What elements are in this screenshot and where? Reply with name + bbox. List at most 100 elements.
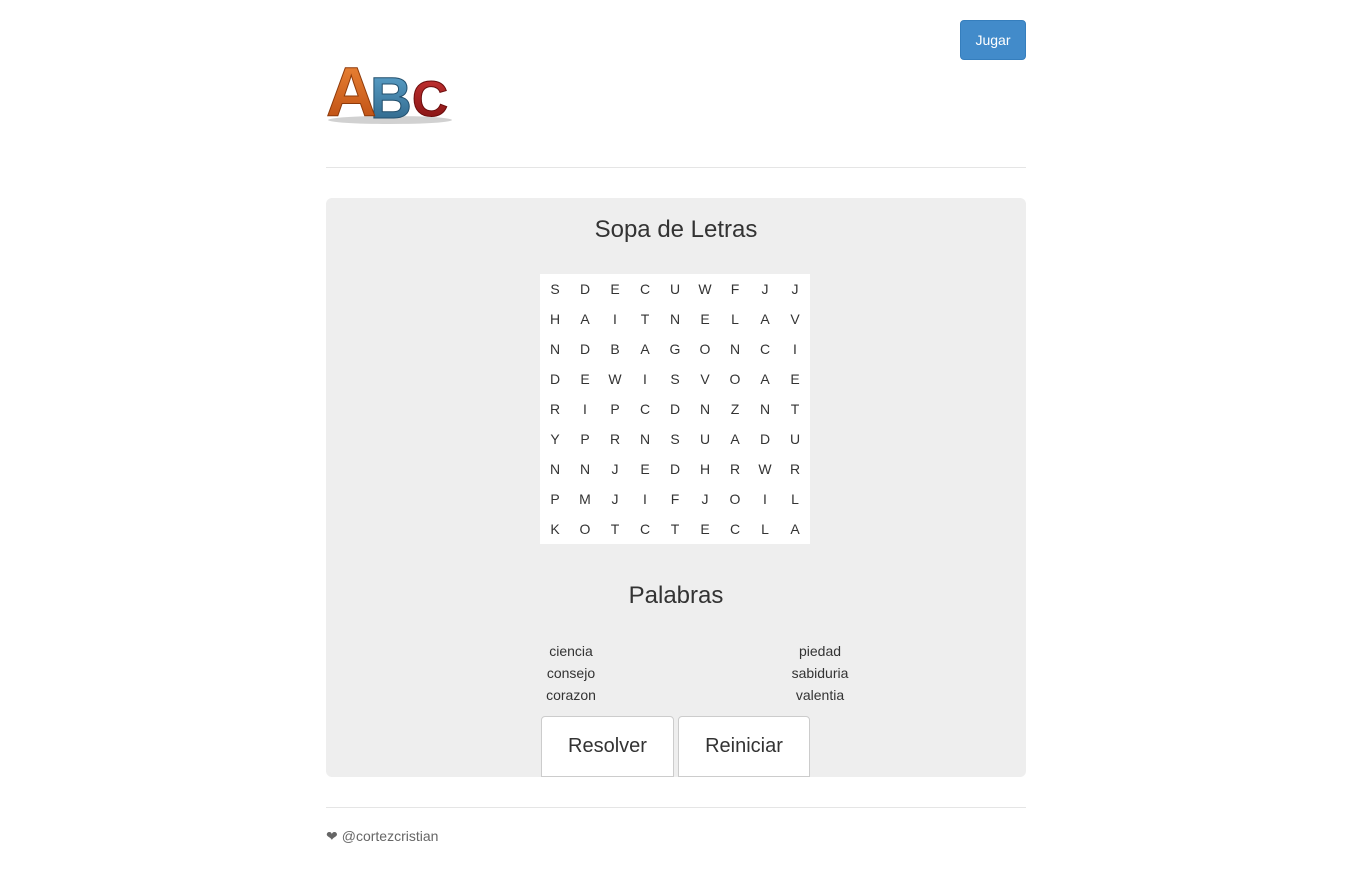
grid-cell[interactable]: C	[630, 394, 660, 424]
grid-cell[interactable]: S	[660, 424, 690, 454]
grid-cell[interactable]: T	[660, 514, 690, 544]
grid-cell[interactable]: N	[630, 424, 660, 454]
grid-cell[interactable]: E	[690, 514, 720, 544]
abc-logo: C B A	[326, 53, 452, 128]
grid-cell[interactable]: T	[600, 514, 630, 544]
grid-cell[interactable]: D	[660, 394, 690, 424]
footer: ❤ @cortezcristian	[326, 807, 1026, 844]
grid-cell[interactable]: P	[600, 394, 630, 424]
grid-cell[interactable]: N	[570, 454, 600, 484]
grid-cell[interactable]: Y	[540, 424, 570, 454]
grid-cell[interactable]: J	[780, 274, 810, 304]
grid-cell[interactable]: J	[600, 454, 630, 484]
logo-letter-a: A	[326, 53, 377, 128]
grid-cell[interactable]: J	[690, 484, 720, 514]
word-item: piedad	[798, 643, 842, 659]
grid-cell[interactable]: N	[660, 304, 690, 334]
grid-cell[interactable]: D	[660, 454, 690, 484]
grid-cell[interactable]: P	[570, 424, 600, 454]
grid-cell[interactable]: H	[690, 454, 720, 484]
word-item: sabiduria	[791, 665, 849, 681]
grid-cell[interactable]: D	[540, 364, 570, 394]
grid-cell[interactable]: C	[630, 274, 660, 304]
grid-cell[interactable]: M	[570, 484, 600, 514]
grid-cell[interactable]: L	[750, 514, 780, 544]
logo-letter-c: C	[412, 71, 448, 127]
grid-cell[interactable]: I	[600, 304, 630, 334]
grid-cell[interactable]: S	[540, 274, 570, 304]
grid-cell[interactable]: W	[600, 364, 630, 394]
grid-cell[interactable]: A	[780, 514, 810, 544]
reset-button[interactable]: Reiniciar	[678, 716, 810, 777]
header: Jugar C B A	[326, 0, 1026, 168]
grid-cell[interactable]: I	[630, 364, 660, 394]
grid-cell[interactable]: U	[780, 424, 810, 454]
grid-cell[interactable]: P	[540, 484, 570, 514]
grid-cell[interactable]: C	[630, 514, 660, 544]
grid-cell[interactable]: T	[780, 394, 810, 424]
grid-cell[interactable]: J	[750, 274, 780, 304]
grid-cell[interactable]: R	[600, 424, 630, 454]
solve-button[interactable]: Resolver	[541, 716, 674, 777]
grid-cell[interactable]: B	[600, 334, 630, 364]
grid-cell[interactable]: I	[630, 484, 660, 514]
grid-cell[interactable]: A	[750, 304, 780, 334]
grid-cell[interactable]: Z	[720, 394, 750, 424]
game-panel: Sopa de Letras SDECUWFJJHAITNELAVNDBAGON…	[326, 198, 1026, 777]
grid-cell[interactable]: O	[570, 514, 600, 544]
grid-cell[interactable]: I	[780, 334, 810, 364]
game-title: Sopa de Letras	[594, 216, 758, 243]
grid-cell[interactable]: C	[720, 514, 750, 544]
grid-cell[interactable]: W	[750, 454, 780, 484]
grid-cell[interactable]: R	[720, 454, 750, 484]
letter-grid: SDECUWFJJHAITNELAVNDBAGONCIDEWISVOAERIPC…	[540, 274, 810, 544]
grid-cell[interactable]: S	[660, 364, 690, 394]
grid-cell[interactable]: F	[720, 274, 750, 304]
grid-cell[interactable]: V	[690, 364, 720, 394]
word-item: consejo	[546, 665, 596, 681]
credit-text: @cortezcristian	[341, 828, 439, 844]
grid-cell[interactable]: O	[720, 484, 750, 514]
grid-cell[interactable]: N	[750, 394, 780, 424]
word-item: valentia	[795, 687, 845, 703]
grid-cell[interactable]: V	[780, 304, 810, 334]
grid-cell[interactable]: E	[600, 274, 630, 304]
grid-cell[interactable]: A	[630, 334, 660, 364]
grid-cell[interactable]: I	[750, 484, 780, 514]
grid-cell[interactable]: N	[540, 334, 570, 364]
grid-cell[interactable]: U	[660, 274, 690, 304]
play-button[interactable]: Jugar	[960, 20, 1026, 60]
grid-cell[interactable]: W	[690, 274, 720, 304]
page-container: Jugar C B A Sopa de Letras S D E C U W F…	[326, 0, 1026, 844]
words-title: Palabras	[628, 582, 724, 609]
grid-cell[interactable]: D	[570, 334, 600, 364]
grid-cell[interactable]: E	[780, 364, 810, 394]
grid-cell[interactable]: E	[630, 454, 660, 484]
grid-cell[interactable]: O	[720, 364, 750, 394]
grid-cell[interactable]: J	[600, 484, 630, 514]
grid-cell[interactable]: I	[570, 394, 600, 424]
grid-cell[interactable]: T	[630, 304, 660, 334]
grid-cell[interactable]: E	[570, 364, 600, 394]
grid-cell[interactable]: R	[540, 394, 570, 424]
grid-cell[interactable]: A	[750, 364, 780, 394]
heart-icon: ❤	[326, 828, 338, 844]
grid-cell[interactable]: A	[720, 424, 750, 454]
grid-cell[interactable]: N	[540, 454, 570, 484]
grid-cell[interactable]: F	[660, 484, 690, 514]
grid-cell[interactable]: H	[540, 304, 570, 334]
grid-cell[interactable]: N	[690, 394, 720, 424]
grid-cell[interactable]: D	[570, 274, 600, 304]
grid-cell[interactable]: L	[780, 484, 810, 514]
grid-cell[interactable]: K	[540, 514, 570, 544]
grid-cell[interactable]: A	[570, 304, 600, 334]
grid-cell[interactable]: C	[750, 334, 780, 364]
grid-cell[interactable]: E	[690, 304, 720, 334]
grid-cell[interactable]: L	[720, 304, 750, 334]
grid-cell[interactable]: D	[750, 424, 780, 454]
grid-cell[interactable]: G	[660, 334, 690, 364]
grid-cell[interactable]: U	[690, 424, 720, 454]
grid-cell[interactable]: N	[720, 334, 750, 364]
grid-cell[interactable]: R	[780, 454, 810, 484]
grid-cell[interactable]: O	[690, 334, 720, 364]
